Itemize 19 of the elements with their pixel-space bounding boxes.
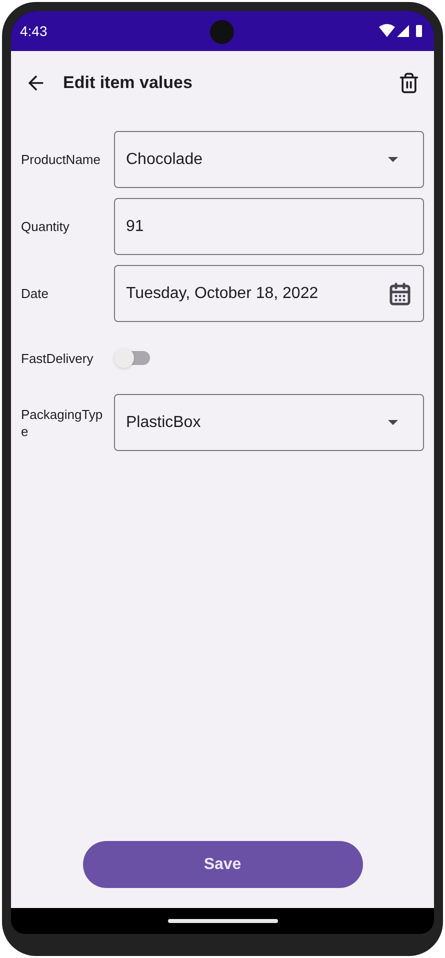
- field-label: ProductName: [21, 151, 102, 168]
- status-icons: [379, 24, 425, 38]
- dropdown-field[interactable]: Chocolade: [114, 131, 424, 188]
- save-button[interactable]: Save: [82, 841, 362, 888]
- caret-icon: [388, 420, 398, 425]
- field-label: PackagingType: [21, 406, 104, 440]
- input-field[interactable]: 91: [114, 198, 424, 255]
- calendar-icon: [388, 282, 412, 306]
- date-field[interactable]: Tuesday, October 18, 2022: [114, 265, 424, 322]
- delete-icon[interactable]: [398, 72, 420, 94]
- field-label: Date: [21, 285, 50, 302]
- caret-icon: [388, 157, 398, 162]
- camera-icon: [210, 20, 234, 44]
- field-label: FastDelivery: [21, 350, 94, 366]
- field-label: Quantity: [21, 218, 70, 235]
- page-title: Edit item values: [63, 72, 194, 94]
- dropdown-field[interactable]: PlasticBox: [114, 394, 424, 451]
- status-time: 4:43: [20, 22, 48, 40]
- toggle-switch[interactable]: [114, 351, 150, 365]
